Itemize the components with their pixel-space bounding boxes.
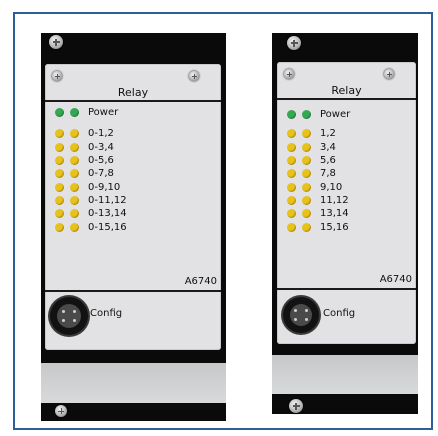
channel-row: 5,6 (287, 154, 350, 167)
panel-title: Relay (331, 84, 362, 97)
channel-led-icon (287, 169, 296, 179)
blank-plate (41, 363, 226, 403)
panel-screw-icon (52, 71, 62, 81)
channel-led-icon (70, 222, 79, 232)
channel-led-icon (302, 156, 311, 166)
channel-row: 0-15,16 (55, 220, 127, 233)
channel-led-icon (55, 209, 64, 219)
channel-label: 13,14 (320, 208, 349, 220)
channel-row: 3,4 (287, 141, 350, 154)
channel-led-icon (70, 195, 79, 205)
channel-row: 0-5,6 (55, 154, 127, 167)
channel-row: 0-7,8 (55, 167, 127, 180)
bottom-screw-icon (55, 405, 67, 417)
channel-led-icon (55, 195, 64, 205)
power-led-icon (287, 110, 296, 120)
divider (45, 290, 221, 292)
channel-label: 1,2 (320, 128, 336, 140)
channel-row: 7,8 (287, 167, 350, 180)
channel-led-icon (287, 156, 296, 166)
top-screw-icon (287, 36, 301, 50)
panel-screw-icon (189, 71, 199, 81)
divider (45, 100, 221, 102)
top-screw-icon (49, 35, 63, 49)
channel-led-icon (70, 142, 79, 152)
channel-led-icon (70, 182, 79, 192)
channel-led-icon (287, 222, 296, 232)
channel-row: 0-11,12 (55, 194, 127, 207)
channel-label: 0-1,2 (88, 128, 114, 140)
channel-led-icon (70, 169, 79, 179)
channel-led-icon (55, 222, 64, 232)
led-list: Power 1,2 3,4 5,6 7,8 9,10 11,12 13,14 15,16 (287, 108, 350, 234)
channel-led-icon (287, 129, 296, 139)
config-port-icon (50, 297, 88, 335)
power-led-icon (70, 108, 79, 118)
channel-row: 13,14 (287, 207, 350, 220)
model-number: A6740 (184, 276, 217, 287)
channel-led-icon (302, 182, 311, 192)
channel-label: 0-9,10 (88, 181, 121, 193)
channel-label: 3,4 (320, 141, 336, 153)
channel-led-icon (302, 129, 311, 139)
config-label: Config (323, 308, 356, 319)
panel-screw-icon (284, 69, 294, 79)
channel-label: 0-15,16 (88, 221, 127, 233)
divider (277, 288, 416, 290)
config-label: Config (90, 308, 123, 319)
channel-led-icon (302, 195, 311, 205)
led-list: Power 0-1,2 0-3,4 0-5,6 0-7,8 0-9,10 0-11,12 0… (55, 106, 127, 234)
channel-led-icon (55, 169, 64, 179)
channel-led-icon (55, 129, 64, 139)
channel-row: 15,16 (287, 220, 350, 233)
channel-label: 7,8 (320, 168, 336, 180)
channel-label: 9,10 (320, 181, 343, 193)
power-label: Power (320, 109, 351, 121)
channel-row: 1,2 (287, 127, 350, 140)
channel-label: 11,12 (320, 194, 349, 206)
divider (277, 98, 416, 100)
channel-row: 9,10 (287, 180, 350, 193)
blank-plate (272, 355, 418, 394)
channel-led-icon (302, 209, 311, 219)
panel-screw-icon (384, 69, 394, 79)
panel-title: Relay (117, 86, 149, 99)
channel-led-icon (287, 209, 296, 219)
channel-row: 0-1,2 (55, 127, 127, 140)
channel-led-icon (70, 156, 79, 166)
channel-label: 0-3,4 (88, 141, 114, 153)
channel-row: 0-13,14 (55, 207, 127, 220)
channel-label: 5,6 (320, 155, 336, 167)
channel-led-icon (55, 182, 64, 192)
power-row: Power (287, 108, 350, 121)
model-number: A6740 (379, 274, 412, 285)
channel-row: 11,12 (287, 194, 350, 207)
channel-row: 0-3,4 (55, 141, 127, 154)
channel-led-icon (55, 142, 64, 152)
channel-label: 0-7,8 (88, 168, 114, 180)
channel-led-icon (70, 209, 79, 219)
bottom-screw-icon (289, 399, 303, 413)
channel-led-icon (302, 222, 311, 232)
power-led-icon (55, 108, 64, 118)
channel-led-icon (302, 169, 311, 179)
channel-led-icon (287, 142, 296, 152)
power-label: Power (88, 107, 119, 119)
channel-led-icon (55, 156, 64, 166)
channel-led-icon (287, 182, 296, 192)
channel-row: 0-9,10 (55, 180, 127, 193)
power-row: Power (55, 106, 127, 119)
channel-led-icon (287, 195, 296, 205)
power-led-icon (302, 110, 311, 120)
channel-label: 0-13,14 (88, 208, 127, 220)
channel-label: 0-11,12 (88, 194, 127, 206)
front-panel-1: Relay Power 0-1,2 0-3,4 0-5,6 0-7,8 0-9,10 0-… (45, 64, 221, 350)
channel-label: 0-5,6 (88, 155, 114, 167)
front-panel-2: Relay Power 1,2 3,4 5,6 7,8 9,10 11,12 13,14 15… (277, 62, 416, 344)
config-port-icon (283, 297, 319, 333)
channel-led-icon (70, 129, 79, 139)
channel-label: 15,16 (320, 221, 349, 233)
channel-led-icon (302, 142, 311, 152)
